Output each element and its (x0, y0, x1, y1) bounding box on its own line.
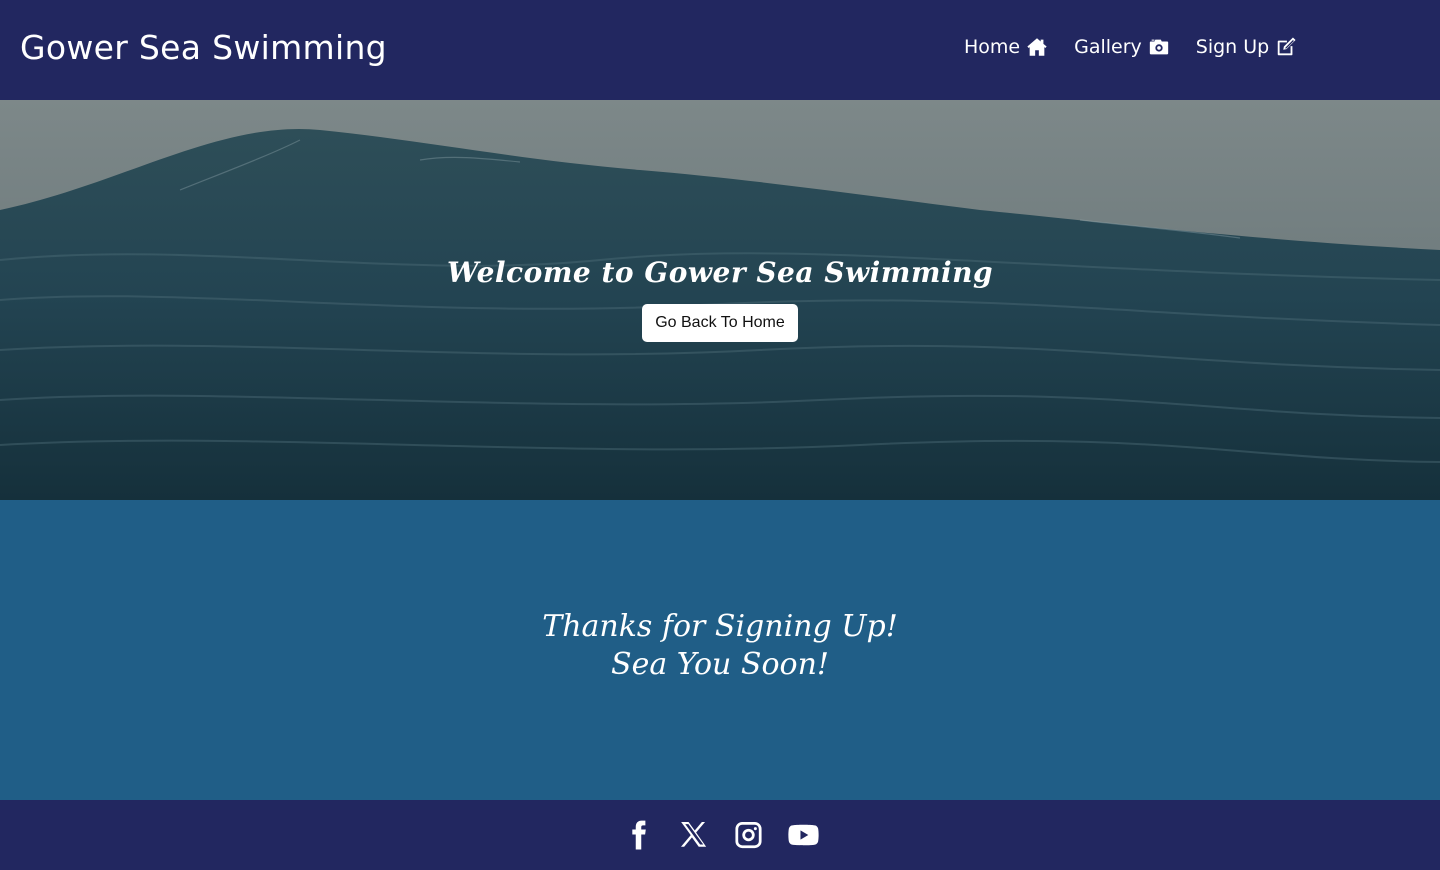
thanks-message: Thanks for Signing Up! (542, 609, 898, 644)
facebook-link[interactable] (622, 818, 655, 852)
youtube-link[interactable] (787, 818, 820, 852)
hero-section: Welcome to Gower Sea Swimming Go Back To… (0, 100, 1440, 500)
nav-home-label: Home (964, 36, 1021, 58)
home-icon (1027, 38, 1047, 56)
nav-home[interactable]: Home (964, 36, 1048, 58)
site-header: Gower Sea Swimming Home Gallery Sign Up (0, 0, 1440, 100)
sea-waves-image (0, 100, 1440, 500)
social-links (622, 818, 820, 852)
nav-gallery[interactable]: Gallery (1074, 36, 1170, 58)
hero-title: Welcome to Gower Sea Swimming (446, 256, 994, 289)
main-nav: Home Gallery Sign Up (964, 36, 1297, 58)
instagram-link[interactable] (732, 818, 765, 852)
camera-icon (1149, 39, 1168, 55)
site-brand[interactable]: Gower Sea Swimming (20, 28, 387, 67)
facebook-icon (632, 820, 646, 850)
x-icon (680, 821, 707, 847)
site-footer (0, 800, 1440, 870)
edit-icon (1277, 37, 1296, 56)
youtube-icon (788, 824, 819, 846)
nav-gallery-label: Gallery (1074, 36, 1142, 58)
go-back-home-button[interactable]: Go Back To Home (642, 304, 798, 342)
nav-signup[interactable]: Sign Up (1196, 36, 1297, 58)
nav-signup-label: Sign Up (1195, 36, 1270, 58)
instagram-icon (735, 821, 762, 849)
x-link[interactable] (677, 818, 710, 852)
see-you-soon-message: Sea You Soon! (611, 647, 829, 682)
thanks-section: Thanks for Signing Up! Sea You Soon! (0, 500, 1440, 800)
